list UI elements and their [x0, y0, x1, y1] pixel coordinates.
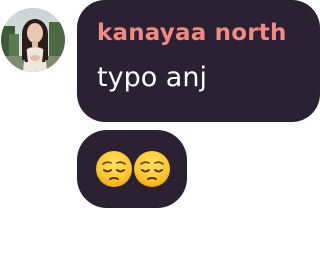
chat-view: kanayaa north typo anj — [0, 0, 320, 262]
message-bubble[interactable]: kanayaa north typo anj — [77, 0, 320, 122]
message-text: typo anj — [97, 62, 207, 93]
pensive-face-icon — [133, 150, 171, 188]
sender-name[interactable]: kanayaa north — [97, 20, 287, 46]
user-avatar[interactable] — [1, 8, 65, 72]
emoji-message-bubble[interactable] — [77, 130, 187, 208]
emoji-row — [95, 150, 171, 188]
pensive-face-icon — [95, 150, 133, 188]
